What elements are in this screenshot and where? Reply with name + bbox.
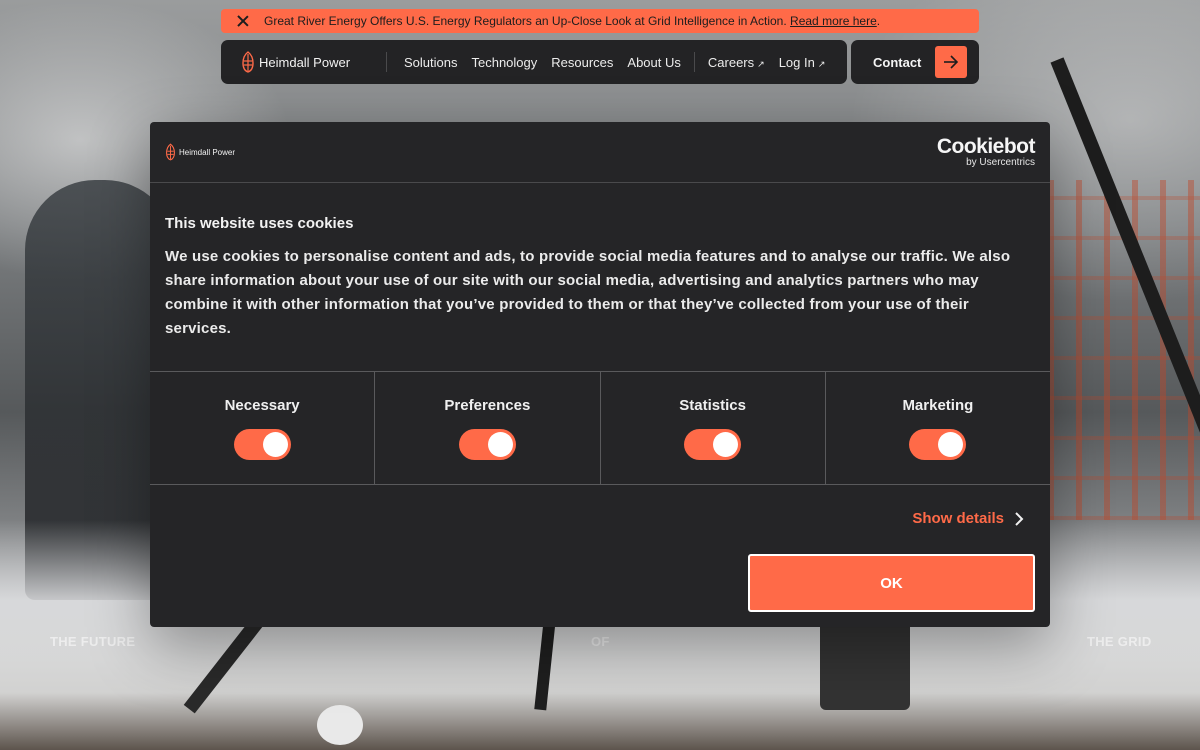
necessary-toggle[interactable] — [233, 429, 291, 460]
cookie-consent-dialog: Heimdall Power Cookiebot by Usercentrics… — [150, 122, 1050, 627]
show-details-row: Show details — [150, 485, 1050, 552]
nav-item-careers-label: Careers — [707, 54, 755, 70]
cookiebot-logo[interactable]: Cookiebot by Usercentrics — [936, 135, 1036, 168]
hero-word: THE FUTURE — [50, 634, 136, 649]
background-tripod-foot — [317, 705, 363, 745]
arrow-right-icon — [944, 55, 959, 69]
statistics-toggle[interactable] — [684, 429, 742, 460]
nav-item-about-us[interactable]: About Us — [620, 55, 687, 70]
category-label: Preferences — [444, 397, 531, 414]
brand-logo[interactable]: Heimdall Power — [241, 51, 376, 73]
nav-item-log-in[interactable]: Log In ↗ — [772, 55, 833, 70]
chevron-right-icon[interactable] — [1014, 511, 1024, 527]
hero-word: THE GRID — [1087, 634, 1152, 649]
announcement-bar: Great River Energy Offers U.S. Energy Re… — [221, 9, 979, 33]
show-details-link[interactable]: Show details — [912, 510, 1004, 527]
external-arrow-icon: ↗ — [817, 58, 826, 69]
toggle-knob — [262, 432, 288, 457]
hero-word: OF — [591, 634, 610, 649]
cookie-dialog-text: We use cookies to personalise content an… — [165, 248, 1011, 337]
announcement-trailing: . — [876, 14, 881, 28]
nav-item-resources[interactable]: Resources — [544, 55, 620, 70]
nav-divider — [693, 52, 695, 72]
cookie-dialog-header: Heimdall Power Cookiebot by Usercentrics — [150, 122, 1050, 183]
cookiebot-name: Cookiebot — [936, 135, 1036, 158]
nav-item-log-in-label: Log In — [778, 54, 815, 70]
preferences-toggle[interactable] — [458, 429, 516, 460]
category-label: Marketing — [902, 397, 974, 414]
announcement-read-more-link[interactable]: Read more here — [790, 14, 877, 28]
category-preferences: Preferences — [375, 372, 601, 484]
contact-label: Contact — [873, 54, 922, 70]
ok-button[interactable]: OK — [748, 554, 1035, 612]
toggle-knob — [938, 432, 964, 457]
announcement-text: Great River Energy Offers U.S. Energy Re… — [264, 14, 880, 28]
category-marketing: Marketing — [826, 372, 1050, 484]
nav-item-technology[interactable]: Technology — [464, 55, 544, 70]
nav-divider — [386, 52, 387, 72]
cookie-brand-logo: Heimdall Power — [165, 142, 235, 162]
cookiebot-subtitle: by Usercentrics — [966, 157, 1035, 168]
category-label: Statistics — [679, 397, 746, 414]
cookie-category-toggles: Necessary Preferences Statistics Marketi… — [150, 371, 1050, 485]
cookie-dialog-title: This website uses cookies — [165, 215, 354, 232]
main-navigation: Heimdall Power Solutions Technology Reso… — [221, 40, 847, 84]
cookie-dialog-body: This website uses cookies We use cookies… — [150, 183, 1050, 371]
cookie-brand-name: Heimdall Power — [179, 147, 236, 157]
toggle-knob — [487, 432, 513, 457]
heimdall-logo-icon — [242, 51, 254, 73]
brand-name: Heimdall Power — [259, 54, 351, 70]
marketing-toggle[interactable] — [909, 429, 967, 460]
contact-cta[interactable]: Contact — [851, 40, 979, 84]
close-icon[interactable] — [236, 14, 250, 28]
category-necessary: Necessary — [150, 372, 376, 484]
category-label: Necessary — [224, 397, 300, 414]
toggle-knob — [713, 432, 739, 457]
announcement-message: Great River Energy Offers U.S. Energy Re… — [264, 14, 787, 28]
contact-arrow-button[interactable] — [935, 46, 967, 78]
nav-item-careers[interactable]: Careers ↗ — [701, 55, 772, 70]
external-arrow-icon: ↗ — [757, 58, 765, 69]
heimdall-logo-icon — [166, 143, 175, 161]
category-statistics: Statistics — [601, 372, 826, 484]
nav-item-solutions[interactable]: Solutions — [397, 55, 464, 70]
